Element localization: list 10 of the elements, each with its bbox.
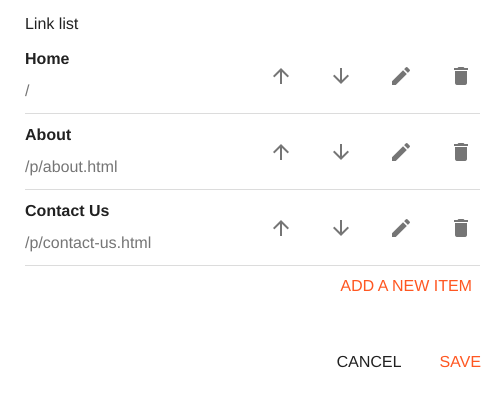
link-title: About <box>25 126 72 144</box>
link-title: Contact Us <box>25 202 110 220</box>
link-url: / <box>25 82 30 100</box>
link-url: /p/about.html <box>25 158 118 176</box>
cancel-button[interactable]: CANCEL <box>336 354 402 372</box>
add-item-button[interactable]: ADD A NEW ITEM <box>340 278 472 296</box>
link-url: /p/contact-us.html <box>25 234 152 252</box>
save-button[interactable]: SAVE <box>440 354 481 372</box>
link-title: Home <box>25 50 70 68</box>
dialog-title: Link list <box>25 15 80 35</box>
